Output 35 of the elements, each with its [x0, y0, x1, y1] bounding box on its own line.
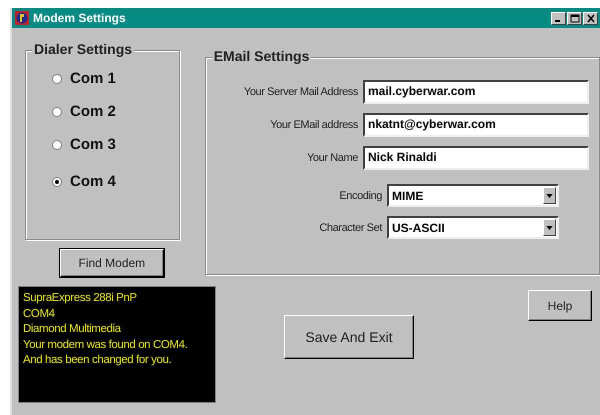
input-field[interactable]: nkatnt@cyberwar.com [363, 113, 589, 137]
group-title: EMail Settings [212, 48, 312, 64]
close-icon [586, 14, 596, 22]
window-title: Modem Settings [33, 11, 127, 25]
field-label: Character Set [319, 222, 382, 234]
minimize-icon [555, 20, 560, 22]
close-button[interactable] [583, 12, 598, 24]
app-icon [15, 11, 29, 25]
dropdown[interactable]: MIME [387, 184, 559, 207]
maximize-icon [570, 14, 580, 22]
radio-label[interactable]: Com 2 [70, 103, 116, 120]
minimize-button[interactable] [551, 12, 566, 24]
radio-label[interactable]: Com 3 [70, 136, 116, 153]
field-label: Your Server Mail Address [244, 86, 358, 98]
save-and-exit-button[interactable]: Save And Exit [284, 315, 414, 359]
find-modem-button[interactable]: Find Modem [60, 249, 164, 277]
status-line: COM4 [23, 306, 56, 322]
input-field[interactable]: mail.cyberwar.com [363, 80, 589, 104]
status-line: SupraExpress 288i PnP [23, 291, 138, 306]
group-title: Dialer Settings [32, 41, 134, 57]
radio-label[interactable]: Com 1 [70, 70, 116, 87]
field-label: Your EMail address [270, 119, 358, 131]
radio-button[interactable] [52, 74, 62, 84]
status-line: Your modem was found on COM4. And has been changed for you. [23, 338, 188, 368]
status-line: Diamond Multimedia [23, 322, 122, 338]
field-label: Encoding [339, 190, 382, 202]
radio-button[interactable] [52, 106, 62, 116]
radio-button[interactable] [52, 176, 62, 186]
help-button[interactable]: Help [528, 290, 592, 321]
radio-button[interactable] [52, 140, 62, 150]
field-label: Your Name [306, 152, 358, 164]
input-field[interactable]: Nick Rinaldi [363, 146, 589, 170]
maximize-button[interactable] [567, 12, 582, 24]
radio-label[interactable]: Com 4 [70, 173, 116, 190]
dropdown[interactable]: US-ASCII [387, 216, 559, 239]
